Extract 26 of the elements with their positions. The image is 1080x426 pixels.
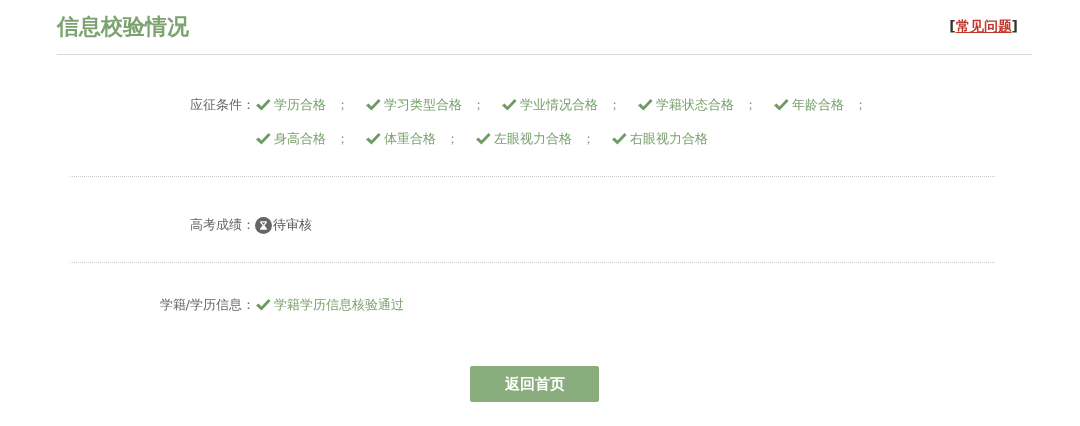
status-text: 待审核	[273, 216, 312, 234]
separator-text: ；	[744, 96, 757, 114]
bracket: [	[949, 18, 956, 34]
status-text: 学业情况合格	[520, 96, 598, 114]
field-label: 应征条件：	[189, 96, 255, 114]
separator-text: ；	[336, 96, 349, 114]
field-label: 高考成绩：	[189, 216, 255, 234]
bracket: ]	[1011, 18, 1018, 34]
status-text: 体重合格	[384, 130, 436, 148]
separator-text: ；	[472, 96, 485, 114]
status-text: 年龄合格	[792, 96, 844, 114]
status-text: 右眼视力合格	[630, 130, 708, 148]
section-title: 信息校验情况	[57, 13, 189, 41]
separator-text: ；	[336, 130, 349, 148]
separator-text: ；	[608, 96, 621, 114]
status-text: 左眼视力合格	[494, 130, 572, 148]
separator-text: ；	[446, 130, 459, 148]
separator-text: ；	[854, 96, 867, 114]
status-text: 学籍学历信息核验通过	[274, 296, 404, 314]
field-label: 学籍/学历信息：	[158, 296, 255, 314]
status-text: 学习类型合格	[384, 96, 462, 114]
status-text: 学历合格	[274, 96, 326, 114]
status-text: 学籍状态合格	[656, 96, 734, 114]
status-text: 身高合格	[274, 130, 326, 148]
separator-text: ；	[582, 130, 595, 148]
faq-link[interactable]: 常见问题	[955, 18, 1012, 34]
